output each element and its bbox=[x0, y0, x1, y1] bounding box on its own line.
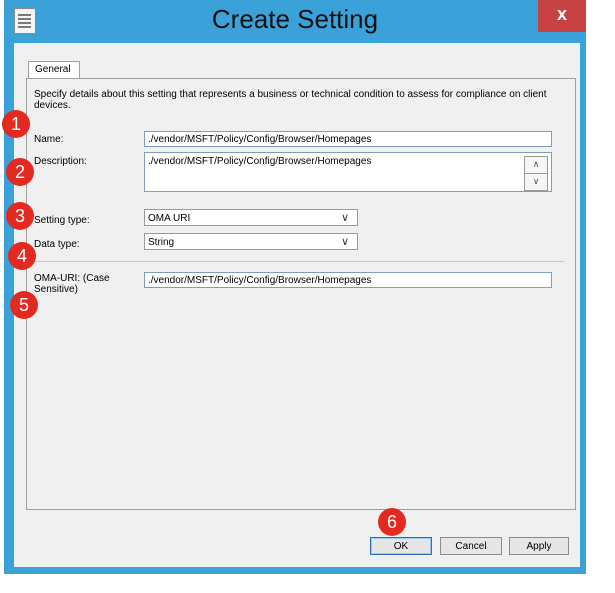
data-type-select[interactable]: String ∨ bbox=[144, 233, 358, 250]
oma-uri-input[interactable]: ./vendor/MSFT/Policy/Config/Browser/Home… bbox=[144, 272, 552, 288]
setting-type-select[interactable]: OMA URI ∨ bbox=[144, 209, 358, 226]
setting-type-label: Setting type: bbox=[34, 215, 90, 226]
oma-uri-label: OMA-URI: (Case Sensitive) bbox=[34, 273, 110, 295]
dialog-window: Create Setting x General Specify details… bbox=[4, 0, 586, 574]
data-type-label: Data type: bbox=[34, 239, 80, 250]
setting-type-value: OMA URI bbox=[148, 213, 191, 224]
callout-marker-1: 1 bbox=[2, 110, 30, 138]
title-bar: Create Setting x bbox=[4, 0, 586, 43]
callout-marker-5: 5 bbox=[10, 291, 38, 319]
chevron-down-icon: ∨ bbox=[340, 236, 349, 248]
name-input[interactable]: ./vendor/MSFT/Policy/Config/Browser/Home… bbox=[144, 131, 552, 147]
ok-button[interactable]: OK bbox=[370, 537, 432, 555]
intro-text: Specify details about this setting that … bbox=[34, 89, 547, 111]
callout-marker-4: 4 bbox=[8, 242, 36, 270]
apply-button[interactable]: Apply bbox=[509, 537, 569, 555]
scroll-down-icon[interactable]: ∨ bbox=[524, 173, 548, 191]
data-type-value: String bbox=[148, 237, 175, 248]
callout-marker-3: 3 bbox=[6, 202, 34, 230]
dialog-client-area: General Specify details about this setti… bbox=[14, 43, 580, 567]
description-textarea[interactable]: ./vendor/MSFT/Policy/Config/Browser/Home… bbox=[144, 152, 552, 192]
dialog-title: Create Setting bbox=[211, 4, 379, 34]
tab-general[interactable]: General bbox=[28, 61, 80, 78]
name-label: Name: bbox=[34, 134, 64, 145]
cancel-button[interactable]: Cancel bbox=[440, 537, 502, 555]
chevron-down-icon: ∨ bbox=[340, 212, 349, 224]
callout-marker-6: 6 bbox=[378, 508, 406, 536]
description-value: ./vendor/MSFT/Policy/Config/Browser/Home… bbox=[148, 156, 372, 167]
close-button[interactable]: x bbox=[538, 0, 586, 32]
description-label: Description: bbox=[34, 156, 87, 167]
scroll-up-icon[interactable]: ∧ bbox=[524, 156, 548, 174]
callout-marker-2: 2 bbox=[6, 158, 34, 186]
section-divider bbox=[34, 261, 564, 262]
